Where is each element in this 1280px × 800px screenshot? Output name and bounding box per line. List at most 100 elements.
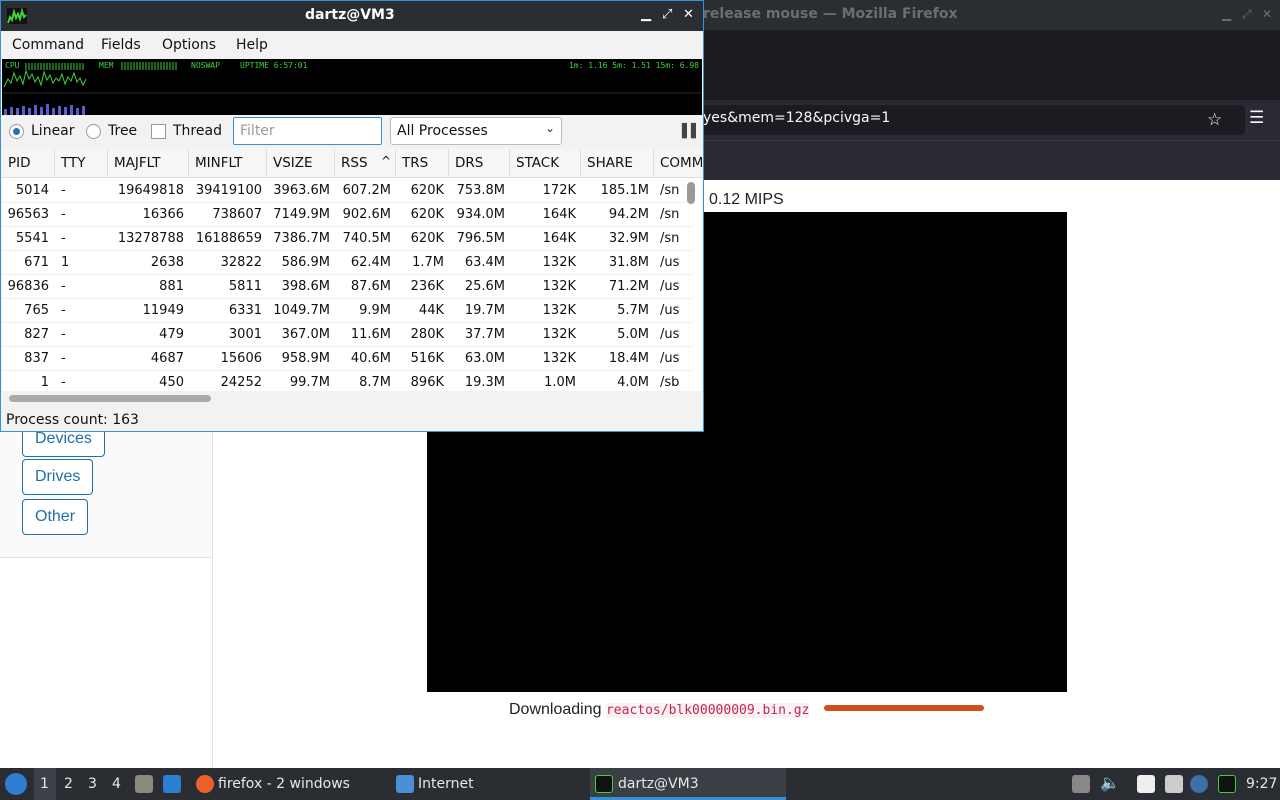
cell-share: 5.7M [617, 303, 649, 318]
menu-command[interactable]: Command [12, 37, 84, 53]
menu-fields[interactable]: Fields [101, 37, 141, 53]
cell-share: 4.0M [617, 375, 649, 390]
table-row[interactable]: 671 1 2638 32822 586.9M 62.4M 1.7M 63.4M 132K 31.… [2, 251, 692, 275]
table-row[interactable]: 827- 479 3001 367.0M 11.6M 280K 37.7M 132K 5.0M /… [2, 323, 692, 347]
col-stack[interactable]: STACK [510, 149, 581, 178]
cell-trs: 1.7M [412, 255, 444, 270]
cell-tty: - [61, 351, 66, 366]
close-icon[interactable]: ✕ [683, 7, 694, 22]
linear-label[interactable]: Linear [31, 123, 75, 139]
cell-comm: /us [660, 255, 680, 270]
network-icon[interactable] [1165, 775, 1183, 793]
cell-minflt: 16188659 [195, 231, 262, 246]
menu-help[interactable]: Help [236, 37, 268, 53]
cell-stack: 132K [542, 279, 576, 294]
cell-vsize: 7386.7M [273, 231, 330, 246]
process-filter-value: All Processes [397, 123, 488, 139]
menu-options[interactable]: Options [162, 37, 216, 53]
workspace-3[interactable]: 3 [88, 776, 97, 792]
cell-majflt: 11949 [142, 303, 184, 318]
col-trs[interactable]: TRS [396, 149, 449, 178]
cell-drs: 796.5M [456, 231, 505, 246]
cell-share: 32.9M [608, 231, 649, 246]
col-pid[interactable]: PID [2, 149, 55, 178]
thread-label[interactable]: Thread [173, 123, 222, 139]
notes-icon[interactable] [1137, 775, 1155, 793]
desktop-launcher-icon[interactable] [163, 775, 181, 793]
cell-majflt: 19649818 [117, 183, 184, 198]
drives-button[interactable]: Drives [22, 459, 94, 495]
table-row[interactable]: 5541- 13278788 16188659 7386.7M 740.5M 620K 79… [2, 227, 692, 251]
col-share[interactable]: SHARE [581, 149, 654, 178]
hamburger-menu-icon[interactable]: ☰ [1249, 108, 1264, 128]
col-vsize[interactable]: VSIZE [267, 149, 335, 178]
cell-stack: 132K [542, 303, 576, 318]
table-row[interactable]: 96836- 881 5811 398.6M 87.6M 236K 25.6M 132K 71.… [2, 275, 692, 299]
table-row[interactable]: 765- 11949 6331 1049.7M 9.9M 44K 19.7M 132K 5.7M… [2, 299, 692, 323]
download-status: Downloading reactos/blk00000009.bin.gz [509, 701, 810, 719]
close-icon[interactable]: ✕ [1262, 7, 1272, 21]
table-row[interactable]: 96563- 16366 738607 7149.9M 902.6M 620K 934.0M… [2, 203, 692, 227]
cell-tty: 1 [61, 255, 70, 270]
cell-vsize: 586.9M [281, 255, 330, 270]
firefox-window-title: release mouse — Mozilla Firefox [703, 6, 958, 22]
filter-input[interactable] [233, 117, 382, 145]
clipboard-icon[interactable] [1072, 775, 1090, 793]
thread-checkbox[interactable] [151, 124, 166, 139]
other-button[interactable]: Other [22, 499, 89, 535]
col-comm[interactable]: COMM [654, 149, 702, 178]
cell-pid: 765 [24, 303, 49, 318]
cell-comm: /us [660, 303, 680, 318]
table-row[interactable]: 1- 450 24252 99.7M 8.7M 896K 19.3M 1.0M 4.0M/sb [2, 371, 692, 391]
cell-share: 31.8M [608, 255, 649, 270]
volume-icon[interactable]: 🔈 [1100, 773, 1120, 792]
pause-icon[interactable]: ▌▌ [682, 124, 701, 139]
cell-vsize: 7149.9M [273, 207, 330, 222]
cell-trs: 44K [418, 303, 444, 318]
cell-vsize: 958.9M [281, 351, 330, 366]
maximize-icon[interactable]: ⤢ [662, 7, 672, 22]
start-menu-icon[interactable] [5, 773, 27, 795]
qps-titlebar[interactable]: dartz@VM3 ▁ ⤢ ✕ [1, 1, 703, 31]
firefox-icon [196, 775, 214, 793]
minimize-icon[interactable]: ▁ [641, 7, 651, 22]
cell-drs: 19.3M [464, 375, 505, 390]
col-tty[interactable]: TTY [55, 149, 108, 178]
cell-share: 185.1M [600, 183, 649, 198]
process-filter-select[interactable]: All Processes ⌄ [390, 117, 562, 145]
col-drs[interactable]: DRS [449, 149, 510, 178]
url-text[interactable]: yes&mem=128&pcivga=1 [703, 110, 890, 126]
workspace-2[interactable]: 2 [64, 776, 73, 792]
file-manager-launcher-icon[interactable] [135, 775, 153, 793]
cpu-label: CPU [5, 61, 20, 70]
cell-pid: 671 [24, 255, 49, 270]
cell-minflt: 5811 [228, 279, 262, 294]
col-majflt[interactable]: MAJFLT [108, 149, 189, 178]
cell-tty: - [61, 207, 66, 222]
qps-app-icon [7, 8, 27, 24]
cell-majflt: 16366 [142, 207, 184, 222]
vertical-scrollbar[interactable] [687, 182, 695, 204]
workspace-4[interactable]: 4 [112, 776, 121, 792]
cell-pid: 827 [24, 327, 49, 342]
taskbar-qps[interactable]: dartz@VM3 [618, 776, 699, 792]
cell-vsize: 367.0M [281, 327, 330, 342]
uptime-label: UPTIME 6:57:01 [240, 61, 308, 70]
tree-radio[interactable] [86, 124, 101, 139]
col-rss[interactable]: RSS ^ [335, 149, 396, 178]
linear-radio[interactable] [9, 124, 24, 139]
cell-rss: 8.7M [359, 375, 391, 390]
taskbar-firefox[interactable]: firefox - 2 windows [218, 776, 350, 792]
taskbar-internet[interactable]: Internet [418, 776, 474, 792]
bookmark-star-icon[interactable]: ☆ [1207, 110, 1222, 130]
col-minflt[interactable]: MINFLT [189, 149, 267, 178]
system-monitor-icon[interactable] [1218, 775, 1236, 793]
maximize-icon[interactable]: ⤢ [1242, 7, 1252, 22]
table-row[interactable]: 5014- 19649818 39419100 3963.6M 607.2M 620K 75… [2, 179, 692, 203]
updates-icon[interactable] [1190, 775, 1208, 793]
table-row[interactable]: 837- 4687 15606 958.9M 40.6M 516K 63.0M 132K 18.… [2, 347, 692, 371]
horizontal-scrollbar[interactable] [9, 395, 211, 402]
minimize-icon[interactable]: ▁ [1222, 7, 1231, 21]
tree-label[interactable]: Tree [108, 123, 137, 139]
workspace-1[interactable]: 1 [40, 776, 49, 792]
